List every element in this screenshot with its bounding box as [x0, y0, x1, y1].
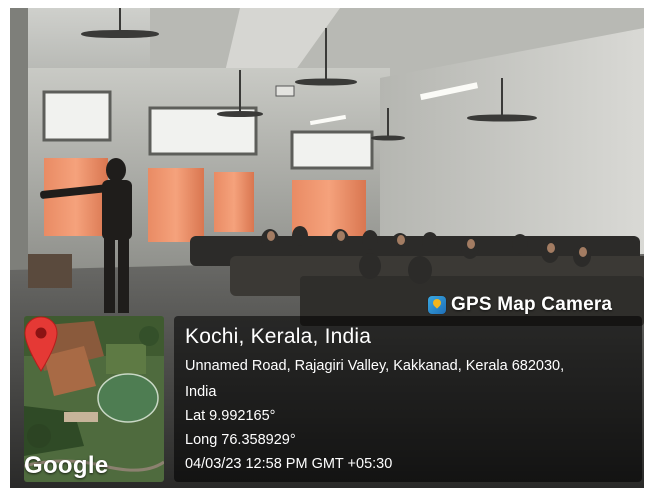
gps-map-camera-icon: [428, 296, 446, 314]
app-name: GPS Map Camera: [451, 294, 613, 315]
longitude-text: Long 76.358929°: [185, 432, 296, 448]
timestamp-text: 04/03/23 12:58 PM GMT +05:30: [185, 456, 393, 472]
latitude-text: Lat 9.992165°: [185, 408, 276, 424]
address-line-1: Unnamed Road, Rajagiri Valley, Kakkanad,…: [185, 358, 565, 374]
location-title: Kochi, Kerala, India: [185, 325, 372, 348]
location-info-panel: Kochi, Kerala, India Unnamed Road, Rajag…: [174, 316, 642, 482]
google-logo: Google: [24, 452, 109, 479]
map-thumbnail: Google: [24, 316, 164, 482]
address-line-2: India: [185, 384, 217, 400]
app-badge: GPS Map Camera: [428, 294, 612, 316]
location-pin-icon: [24, 316, 58, 372]
